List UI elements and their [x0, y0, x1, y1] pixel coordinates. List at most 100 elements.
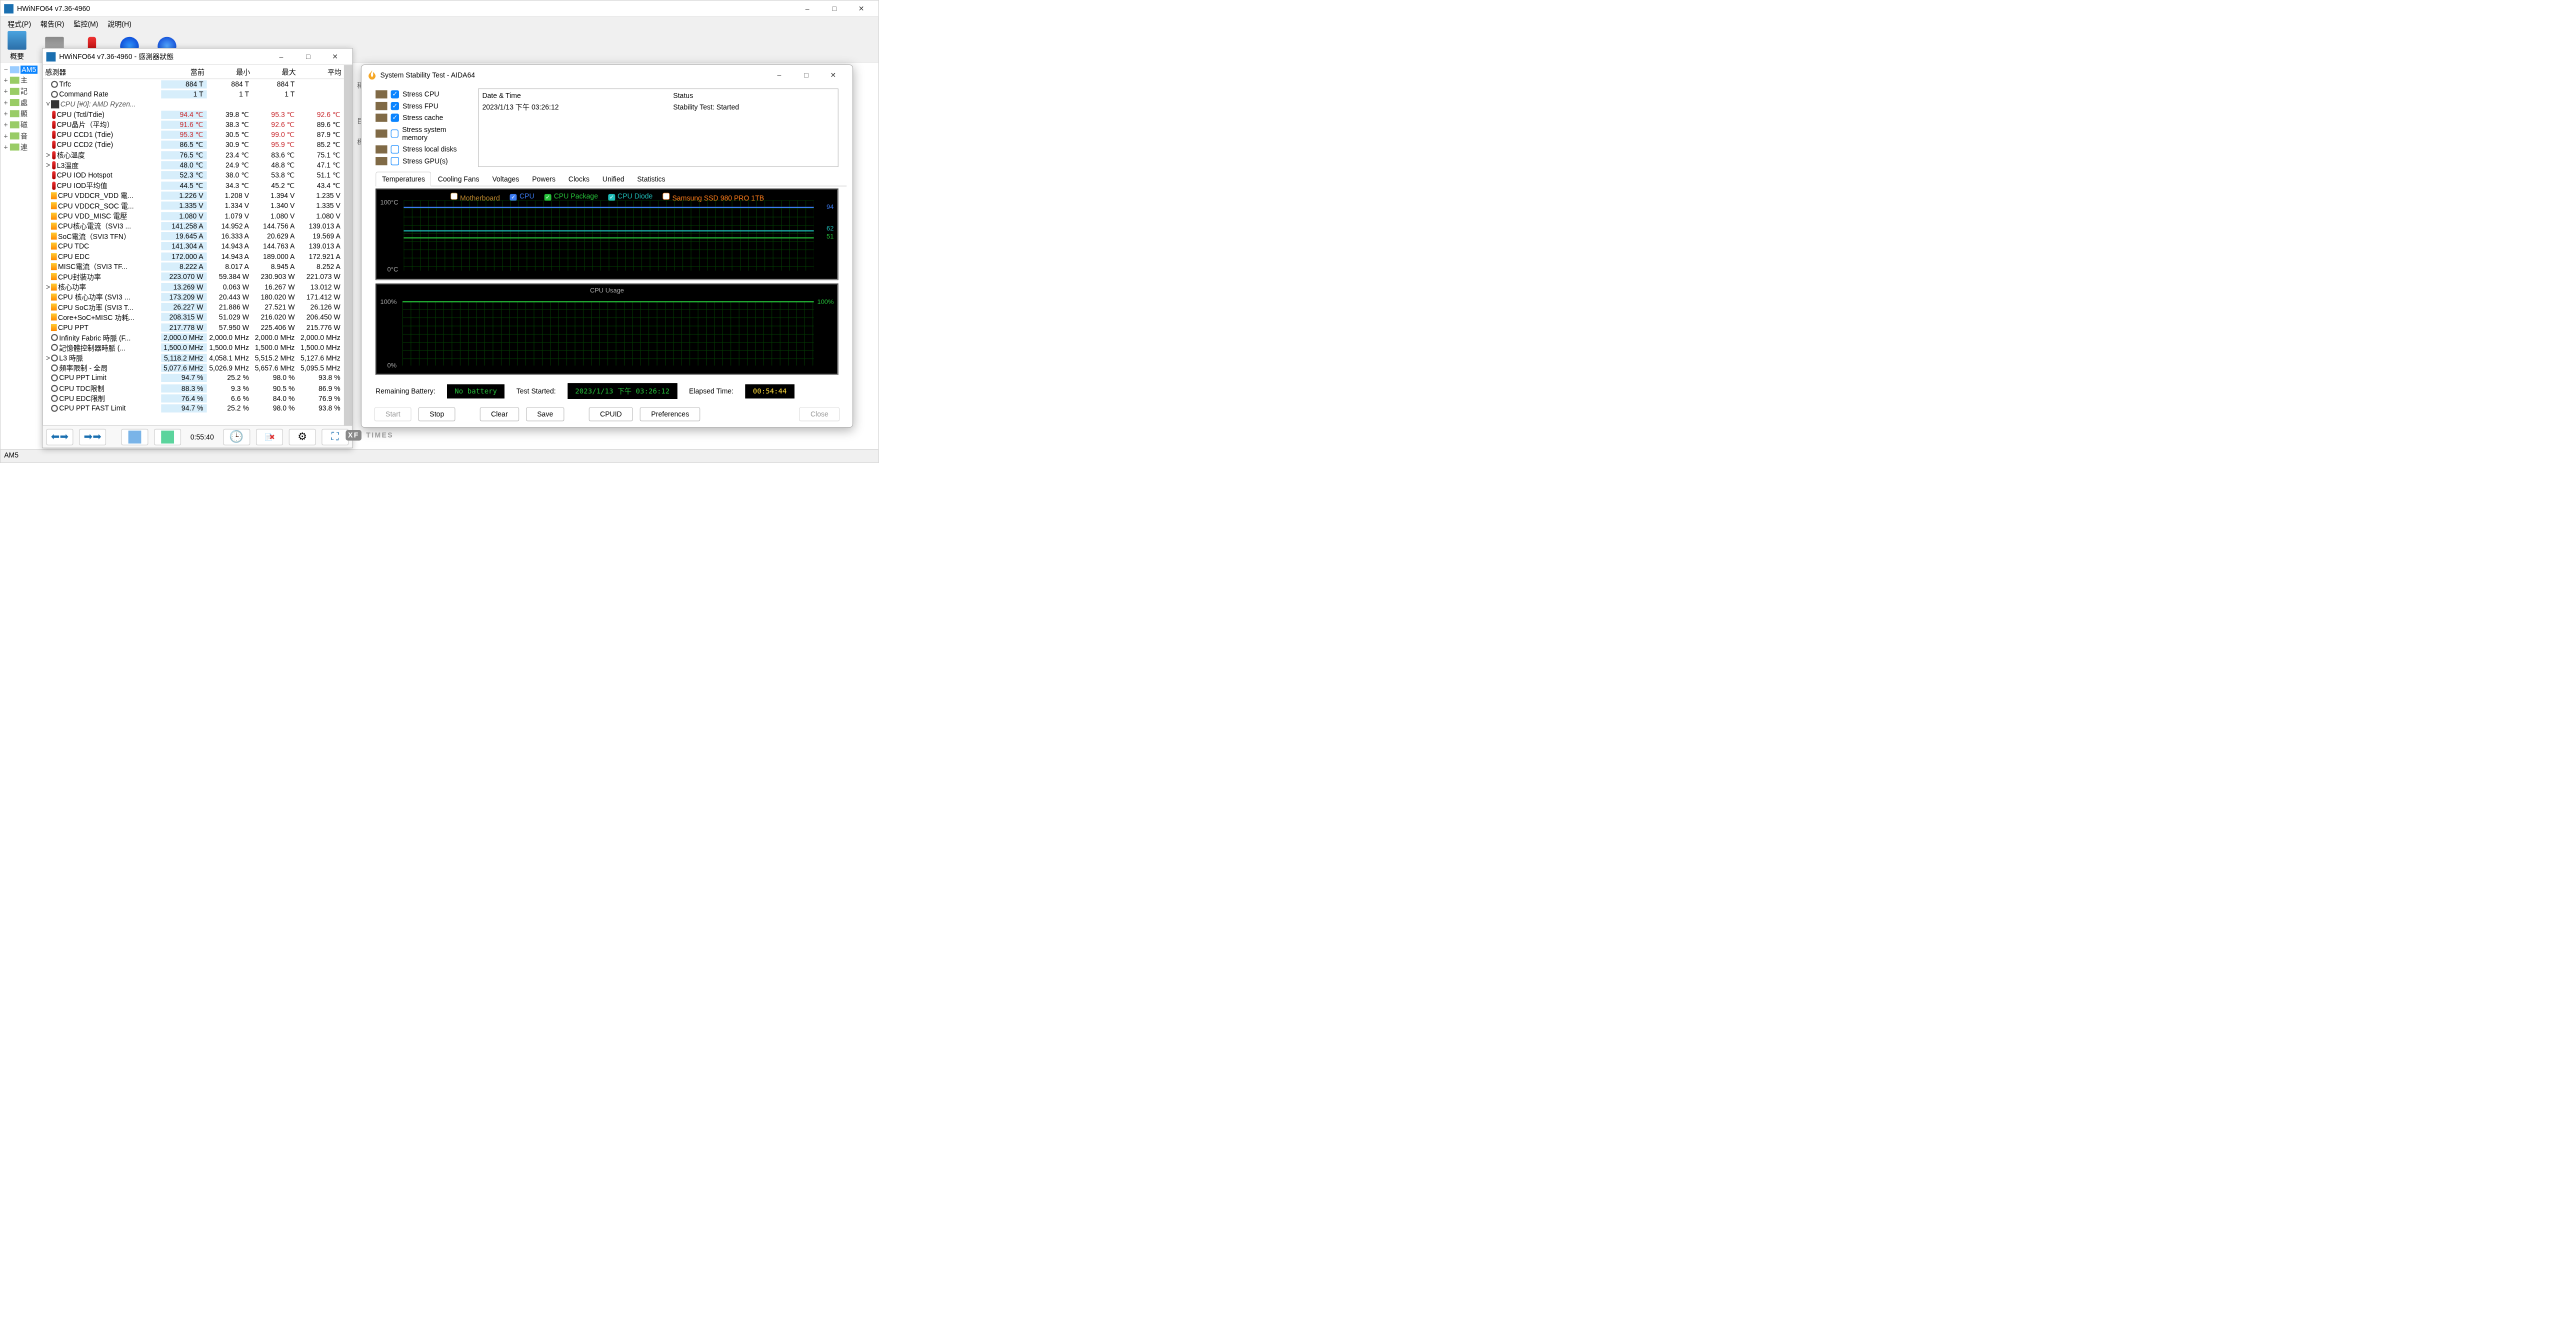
sensor-row[interactable]: CPU TDC限制88.3 %9.3 %90.5 %86.9 %: [43, 383, 344, 393]
sensor-row[interactable]: CPU 核心功率 (SVI3 ...173.209 W20.443 W180.0…: [43, 292, 344, 302]
menu-program[interactable]: 程式(P): [3, 17, 36, 29]
sensor-row[interactable]: >核心溫度76.5 ℃23.4 ℃83.6 ℃75.1 ℃: [43, 150, 344, 160]
sensor-row[interactable]: CPU PPT217.778 W57.950 W225.406 W215.776…: [43, 322, 344, 332]
tab-powers[interactable]: Powers: [526, 172, 562, 187]
sensor-row[interactable]: CPU EDC限制76.4 %6.6 %84.0 %76.9 %: [43, 393, 344, 403]
sensor-row[interactable]: MISC電流（SVI3 TF...8.222 A8.017 A8.945 A8.…: [43, 262, 344, 272]
sensor-row[interactable]: Command Rate1 T1 T1 T: [43, 89, 344, 99]
network-button[interactable]: [154, 429, 181, 445]
sensor-row[interactable]: CPU SoC功率 (SVI3 T...26.227 W21.886 W27.5…: [43, 302, 344, 312]
aida-close-button[interactable]: ✕: [820, 67, 847, 82]
tool-summary[interactable]: 概要: [8, 31, 27, 61]
stop-button[interactable]: Stop: [419, 407, 456, 421]
sensor-row[interactable]: CPU晶片（平均）91.6 ℃38.3 ℃92.6 ℃89.6 ℃: [43, 120, 344, 130]
sensor-row[interactable]: Core+SoC+MISC 功耗...208.315 W51.029 W216.…: [43, 312, 344, 322]
main-minimize-button[interactable]: –: [794, 1, 821, 16]
close-button[interactable]: Close: [799, 407, 839, 421]
tab-unified[interactable]: Unified: [596, 172, 631, 187]
save-button[interactable]: Save: [526, 407, 564, 421]
sensor-scrollbar[interactable]: [344, 65, 352, 425]
tree-node[interactable]: +顯: [3, 108, 39, 119]
sensor-row[interactable]: CPU VDDCR_SOC 電...1.335 V1.334 V1.340 V1…: [43, 201, 344, 211]
sensor-row[interactable]: 記憶體控制器時脈 (...1,500.0 MHz1,500.0 MHz1,500…: [43, 343, 344, 353]
sensor-row[interactable]: >核心功率13.269 W0.063 W16.267 W13.012 W: [43, 282, 344, 292]
settings-button[interactable]: ⚙: [289, 429, 316, 445]
stress-cache[interactable]: Stress cache: [376, 112, 473, 124]
sensor-row[interactable]: CPU VDDCR_VDD 電...1.226 V1.208 V1.394 V1…: [43, 191, 344, 201]
stress-disk[interactable]: Stress local disks: [376, 144, 473, 156]
clear-button[interactable]: Clear: [480, 407, 519, 421]
stress-mem[interactable]: Stress system memory: [376, 124, 473, 144]
tab-voltages[interactable]: Voltages: [486, 172, 526, 187]
tree-node[interactable]: +音: [3, 130, 39, 141]
sensor-row[interactable]: CPU IOD平均值44.5 ℃34.3 ℃45.2 ℃43.4 ℃: [43, 180, 344, 190]
sensor-row[interactable]: Infinity Fabric 時脈 (F...2,000.0 MHz2,000…: [43, 332, 344, 342]
stress-gpu[interactable]: Stress GPU(s): [376, 155, 473, 167]
temperature-graph[interactable]: Motherboard CPU CPU Package CPU Diode Sa…: [376, 189, 839, 280]
col-avg[interactable]: 平均: [298, 65, 344, 78]
tab-cooling-fans[interactable]: Cooling Fans: [431, 172, 485, 187]
tree-node[interactable]: +記: [3, 86, 39, 97]
sensor-row[interactable]: CPU封裝功率223.070 W59.384 W230.903 W221.073…: [43, 272, 344, 282]
aida-minimize-button[interactable]: –: [766, 67, 793, 82]
checkbox[interactable]: [391, 90, 399, 98]
start-button[interactable]: Start: [374, 407, 411, 421]
sensor-row[interactable]: CPU (Tctl/Tdie)94.4 ℃39.8 ℃95.3 ℃92.6 ℃: [43, 109, 344, 119]
tab-temperatures[interactable]: Temperatures: [376, 172, 432, 187]
sensor-row[interactable]: CPU IOD Hotspot52.3 ℃38.0 ℃53.8 ℃51.1 ℃: [43, 170, 344, 180]
sensor-rows[interactable]: Trfc884 T884 T884 TCommand Rate1 T1 T1 T…: [43, 79, 344, 425]
sensor-row[interactable]: CPU CCD2 (Tdie)86.5 ℃30.9 ℃95.9 ℃85.2 ℃: [43, 140, 344, 150]
log-stop-button[interactable]: 📄✖: [256, 429, 283, 445]
sensor-minimize-button[interactable]: –: [268, 49, 295, 64]
menu-report[interactable]: 報告(R): [36, 17, 69, 29]
clock-button[interactable]: 🕒: [223, 429, 250, 445]
sensor-row[interactable]: Trfc884 T884 T884 T: [43, 79, 344, 89]
checkbox[interactable]: [391, 145, 399, 153]
col-max[interactable]: 最大: [253, 65, 299, 78]
sensor-row[interactable]: CPU核心電流（SVI3 ...141.258 A14.952 A144.756…: [43, 221, 344, 231]
sensor-row[interactable]: SoC電流（SVI3 TFN）19.645 A16.333 A20.629 A1…: [43, 231, 344, 241]
nav-back-forward-button[interactable]: ⬅➡: [46, 429, 73, 445]
aida-maximize-button[interactable]: □: [793, 67, 820, 82]
sensor-maximize-button[interactable]: □: [295, 49, 322, 64]
cpuid-button[interactable]: CPUID: [589, 407, 633, 421]
system-tree[interactable]: −AM5 +主+記+處+顯+磁+音+連: [1, 63, 42, 450]
col-min[interactable]: 最小: [207, 65, 253, 78]
col-name[interactable]: 感測器: [43, 65, 161, 78]
sensor-row[interactable]: CPU PPT Limit94.7 %25.2 %98.0 %93.8 %: [43, 373, 344, 383]
sensor-row[interactable]: CPU VDD_MISC 電壓1.080 V1.079 V1.080 V1.08…: [43, 211, 344, 221]
checkbox[interactable]: [391, 114, 399, 122]
checkbox[interactable]: [391, 129, 399, 137]
menu-monitor[interactable]: 監控(M): [69, 17, 103, 29]
tree-root[interactable]: −AM5: [3, 65, 39, 74]
tree-node[interactable]: +磁: [3, 119, 39, 130]
sensor-table[interactable]: 感測器 當前 最小 最大 平均 Trfc884 T884 T884 TComma…: [43, 65, 344, 425]
sensor-row[interactable]: CPU CCD1 (Tdie)95.3 ℃30.5 ℃99.0 ℃87.9 ℃: [43, 130, 344, 140]
expand-button[interactable]: ⛶: [322, 429, 349, 445]
stress-cpu[interactable]: Stress CPU: [376, 88, 473, 100]
sensor-close-button[interactable]: ✕: [322, 49, 349, 64]
preferences-button[interactable]: Preferences: [640, 407, 700, 421]
tree-node[interactable]: +主: [3, 74, 39, 85]
checkbox[interactable]: [663, 193, 670, 200]
sensor-row[interactable]: >L3溫度48.0 ℃24.9 ℃48.8 ℃47.1 ℃: [43, 160, 344, 170]
cpu-usage-graph[interactable]: CPU Usage 100% 0% 100%: [376, 284, 839, 375]
nav-step-button[interactable]: ➡➡: [79, 429, 106, 445]
main-close-button[interactable]: ✕: [848, 1, 875, 16]
aida-title-bar[interactable]: System Stability Test - AIDA64 – □ ✕: [362, 65, 853, 85]
sensor-group[interactable]: ˅CPU [#0]: AMD Ryzen...: [43, 99, 344, 109]
checkbox[interactable]: [451, 193, 458, 200]
stress-fpu[interactable]: Stress FPU: [376, 100, 473, 112]
capture-button[interactable]: [121, 429, 148, 445]
checkbox[interactable]: [391, 102, 399, 110]
tab-statistics[interactable]: Statistics: [631, 172, 672, 187]
sensor-row[interactable]: CPU PPT FAST Limit94.7 %25.2 %98.0 %93.8…: [43, 403, 344, 413]
sensor-row[interactable]: 頻率限制 - 全局5,077.6 MHz5,026.9 MHz5,657.6 M…: [43, 363, 344, 373]
col-current[interactable]: 當前: [161, 65, 207, 78]
tree-node[interactable]: +處: [3, 97, 39, 108]
tree-node[interactable]: +連: [3, 141, 39, 152]
sensor-title-bar[interactable]: HWiNFO64 v7.36-4960 - 感測器狀態 – □ ✕: [43, 49, 352, 65]
sensor-row[interactable]: >L3 時脈5,118.2 MHz4,058.1 MHz5,515.2 MHz5…: [43, 353, 344, 363]
main-title-bar[interactable]: HWiNFO64 v7.36-4960 – □ ✕: [1, 1, 879, 17]
menu-help[interactable]: 說明(H): [103, 17, 136, 29]
